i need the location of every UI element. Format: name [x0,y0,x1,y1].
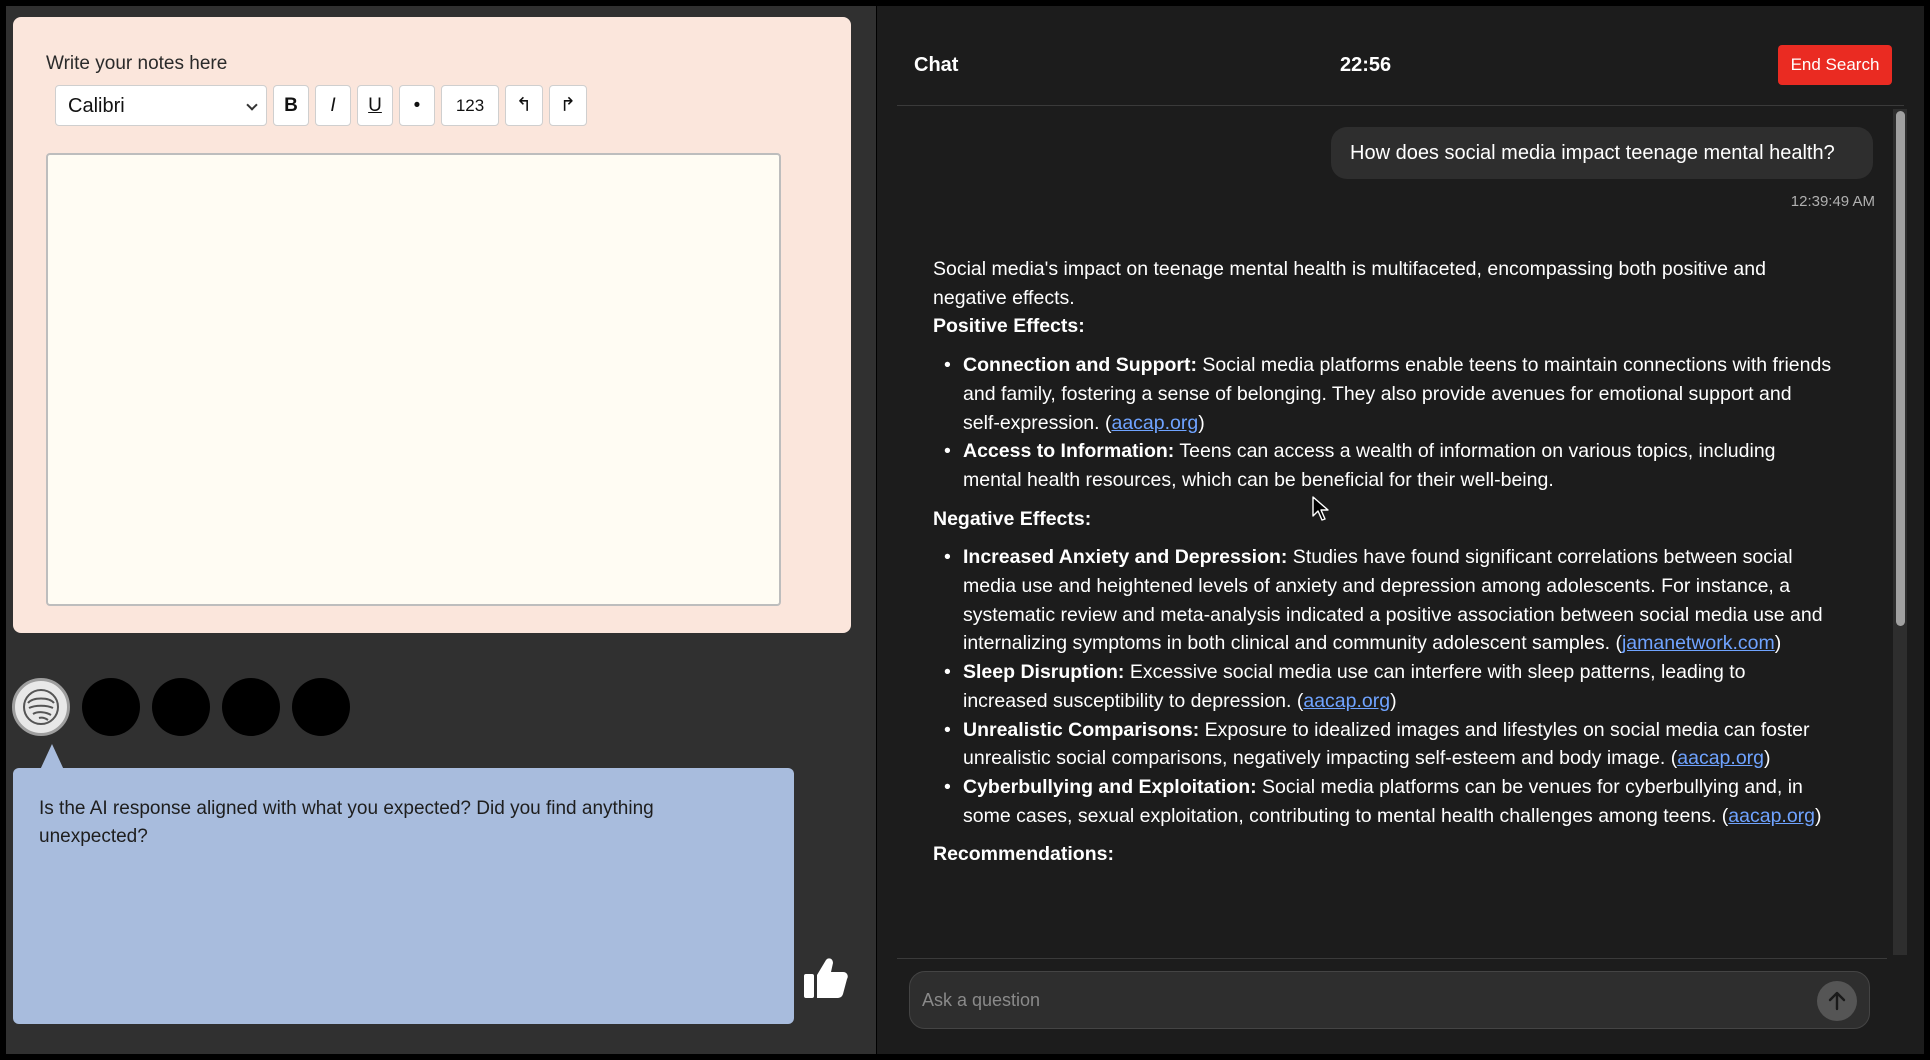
end-search-button[interactable]: End Search [1778,45,1892,85]
assistant-avatar[interactable] [12,678,70,736]
participant-dot[interactable] [222,678,280,736]
item-title: Increased Anxiety and Depression: [963,546,1288,569]
source-link[interactable]: aacap.org [1111,412,1198,434]
participant-dot[interactable] [152,678,210,736]
font-family-select[interactable]: Calibri [55,85,267,126]
assistant-face-icon [23,689,59,725]
negative-heading: Negative Effects: [933,507,1092,530]
positive-list: Connection and Support: Social media pla… [933,351,1833,495]
prompt-bubble: Is the AI response aligned with what you… [13,768,794,1024]
left-panel: Write your notes here Calibri B I U • 12… [6,6,876,1054]
numbered-list-button[interactable]: 123 [441,85,499,126]
user-message: How does social media impact teenage men… [1331,127,1873,179]
item-text: ) [1774,632,1782,655]
positive-heading: Positive Effects: [933,315,1085,338]
item-text: ) [1764,747,1771,770]
list-item: Increased Anxiety and Depression: Studie… [944,543,1833,658]
notes-toolbar: Calibri B I U • 123 ↰ ↱ [55,85,587,126]
mouse-pointer-icon [1312,496,1329,521]
underline-button[interactable]: U [357,85,393,126]
chat-panel: Chat 22:56 End Search How does social me… [877,6,1924,1054]
send-button[interactable] [1817,981,1857,1021]
source-link[interactable]: aacap.org [1303,690,1390,712]
item-title: Sleep Disruption: [963,661,1125,684]
item-text: ) [1198,411,1205,434]
list-item: Connection and Support: Social media pla… [944,351,1833,437]
list-item: Sleep Disruption: Excessive social media… [944,658,1833,715]
bold-button[interactable]: B [273,85,309,126]
thumbs-up-icon[interactable] [802,954,850,1002]
bullet-list-button[interactable]: • [399,85,435,126]
negative-list: Increased Anxiety and Depression: Studie… [933,543,1833,830]
item-title: Cyberbullying and Exploitation: [963,775,1257,798]
chevron-down-icon [246,99,258,111]
header-divider [897,105,1904,106]
input-divider [897,958,1887,959]
list-item: Unrealistic Comparisons: Exposure to ide… [944,716,1833,773]
ask-question-input[interactable] [922,986,1782,1014]
list-item: Access to Information: Teens can access … [944,437,1833,494]
recommendations-heading: Recommendations: [933,843,1114,866]
notes-editor[interactable] [46,153,781,606]
list-item: Cyberbullying and Exploitation: Social m… [944,773,1833,830]
font-family-value: Calibri [68,95,125,117]
response-intro: Social media's impact on teenage mental … [933,258,1766,309]
message-timestamp: 12:39:49 AM [1790,193,1875,210]
indent-button[interactable]: ↱ [548,85,587,126]
user-message-text: How does social media impact teenage men… [1350,141,1835,164]
item-title: Connection and Support: [963,354,1197,377]
chat-scrollbar-thumb[interactable] [1896,111,1905,626]
item-title: Unrealistic Comparisons: [963,718,1200,741]
outdent-button[interactable]: ↰ [505,85,543,126]
item-text: ) [1390,689,1397,712]
participant-dot[interactable] [82,678,140,736]
prompt-text: Is the AI response aligned with what you… [39,798,654,847]
notes-label: Write your notes here [46,53,228,74]
source-link[interactable]: aacap.org [1728,805,1815,827]
chat-timer: 22:56 [1340,54,1392,76]
item-text: ) [1815,804,1822,827]
italic-button[interactable]: I [315,85,351,126]
participant-dot[interactable] [292,678,350,736]
ai-response: Social media's impact on teenage mental … [933,255,1833,869]
arrow-up-icon [1828,991,1846,1011]
source-link[interactable]: jamanetwork.com [1622,632,1775,654]
chat-title: Chat [914,54,959,76]
source-link[interactable]: aacap.org [1677,747,1764,769]
prompt-bubble-tail [40,744,64,770]
ask-box [909,971,1870,1029]
notes-card: Write your notes here Calibri B I U • 12… [13,17,851,633]
item-title: Access to Information: [963,440,1175,463]
